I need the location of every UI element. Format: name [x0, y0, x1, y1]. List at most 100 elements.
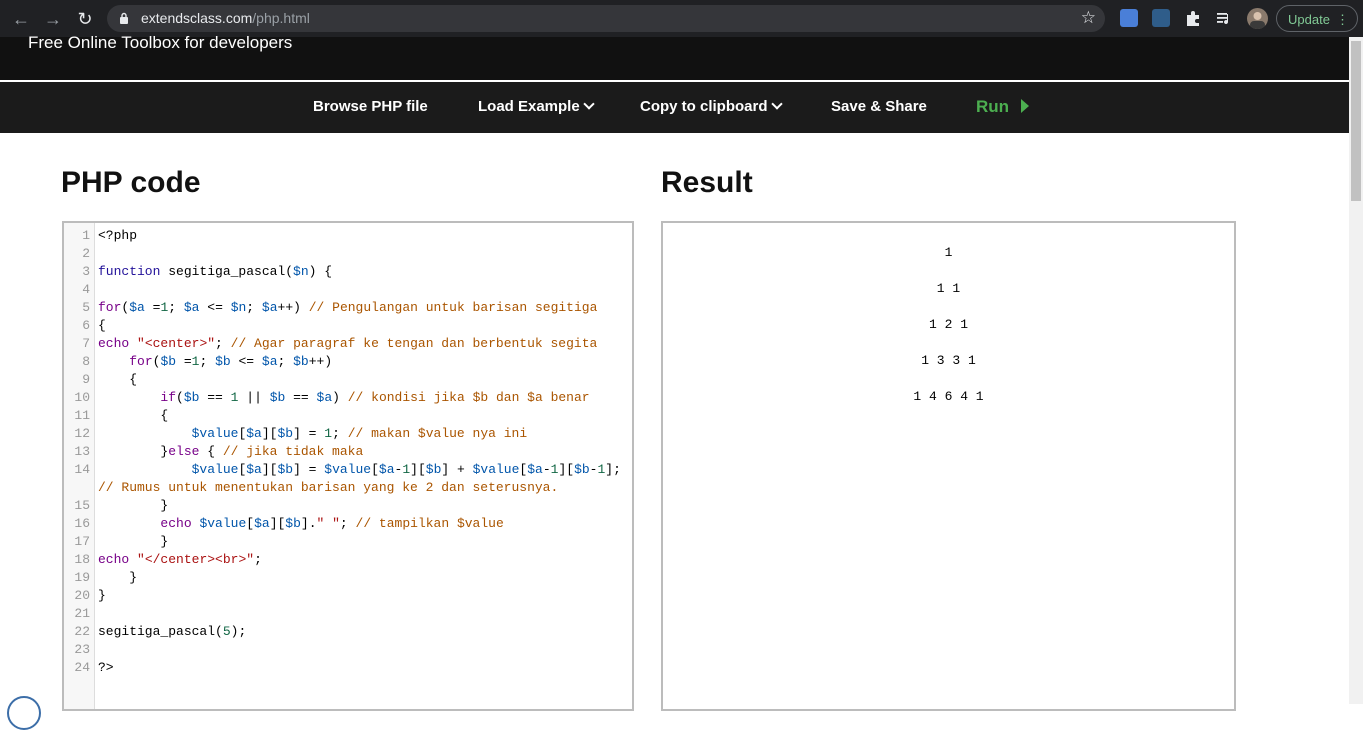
site-tagline: Free Online Toolbox for developers	[28, 33, 293, 52]
code-lines[interactable]: 1 <?php 2 3 function segitiga_pascal($n) {4 5…	[64, 227, 632, 677]
code-text: $value[$a][$b] = 1; // makan $value nya …	[191, 426, 528, 441]
line-number: 11	[74, 408, 90, 423]
code-line[interactable]: 4	[64, 281, 632, 299]
line-number: 4	[82, 282, 90, 297]
menu-dots-icon[interactable]: ⋮	[1336, 6, 1349, 33]
line-number: 15	[74, 498, 90, 513]
code-line[interactable]: 16 echo $value[$a][$b]." "; // tampilkan…	[64, 515, 632, 533]
code-text: if($b == 1 || $b == $a) // kondisi jika …	[160, 390, 590, 405]
code-line[interactable]: 12 $value[$a][$b] = 1; // makan $value n…	[64, 425, 632, 443]
code-line[interactable]: 11 {	[64, 407, 632, 425]
save-share-button[interactable]: Save & Share	[831, 98, 927, 115]
code-text: for($a =1; $a <= $n; $a++) // Pengulanga…	[98, 300, 598, 315]
code-line[interactable]: 2	[64, 245, 632, 263]
code-line[interactable]: 9 {	[64, 371, 632, 389]
code-text: function segitiga_pascal($n) {	[98, 264, 333, 279]
lock-icon	[120, 12, 128, 24]
line-number: 12	[74, 426, 90, 441]
line-number: 20	[74, 588, 90, 603]
line-number: 24	[74, 660, 90, 675]
code-line[interactable]: 7 echo "<center>"; // Agar paragraf ke te…	[64, 335, 632, 353]
url-text: extendsclass.com/php.html	[141, 10, 310, 26]
chat-bubble-icon[interactable]	[7, 696, 41, 730]
line-number: 17	[74, 534, 90, 549]
code-text: $value[$a][$b] = $value[$a-1][$b] + $val…	[191, 462, 621, 477]
url-path: /php.html	[252, 10, 310, 26]
run-label: Run	[976, 97, 1010, 116]
code-text: }	[98, 570, 138, 585]
load-example-button[interactable]: Load Example	[478, 98, 595, 115]
code-text: for($b =1; $b <= $a; $b++)	[129, 354, 333, 369]
chevron-down-icon	[770, 98, 783, 110]
browser-toolbar: ← → ↻ extendsclass.com/php.html ☆ Update…	[0, 0, 1363, 37]
avatar[interactable]	[1247, 8, 1268, 29]
play-icon	[1021, 99, 1030, 113]
code-line[interactable]: 5 for($a =1; $a <= $n; $a++) // Pengulang…	[64, 299, 632, 317]
code-line[interactable]: 6{	[64, 317, 632, 335]
code-line[interactable]: 22 segitiga_pascal(5);	[64, 623, 632, 641]
update-button[interactable]: Update ⋮	[1276, 5, 1358, 32]
line-number: 16	[74, 516, 90, 531]
star-icon[interactable]: ☆	[1081, 8, 1096, 28]
code-line[interactable]: 15 }	[64, 497, 632, 515]
code-text: }	[98, 534, 169, 549]
code-line[interactable]: 3 function segitiga_pascal($n) {	[64, 263, 632, 281]
code-line[interactable]: 18 echo "</center><br>";	[64, 551, 632, 569]
line-number: 8	[82, 354, 90, 369]
result-line: 1 1	[936, 281, 961, 296]
line-number: 22	[74, 624, 90, 639]
forward-arrow-icon[interactable]: →	[42, 8, 64, 30]
line-number: 23	[74, 642, 90, 657]
address-bar[interactable]: extendsclass.com/php.html ☆	[107, 5, 1105, 32]
copy-to-clipboard-button[interactable]: Copy to clipboard	[640, 98, 783, 115]
result-heading: Result	[661, 166, 753, 199]
save-share-label: Save & Share	[831, 98, 927, 115]
code-line[interactable]: 21	[64, 605, 632, 623]
code-line[interactable]: // Rumus untuk menentukan barisan yang k…	[64, 479, 632, 497]
browse-php-file-button[interactable]: Browse PHP file	[313, 98, 428, 115]
code-text: }	[98, 498, 169, 513]
code-text: <?php	[98, 228, 138, 243]
result-line: 1	[944, 245, 953, 260]
scrollbar-thumb[interactable]	[1351, 41, 1361, 201]
line-number: 10	[74, 390, 90, 405]
code-line[interactable]: 8 for($b =1; $b <= $a; $b++)	[64, 353, 632, 371]
line-number: 2	[82, 246, 90, 261]
code-line[interactable]: 19 }	[64, 569, 632, 587]
page-scrollbar[interactable]	[1349, 37, 1363, 704]
reload-icon[interactable]: ↻	[74, 8, 96, 30]
line-number: 7	[82, 336, 90, 351]
load-example-label: Load Example	[478, 98, 580, 115]
code-line[interactable]: 24 ?>	[64, 659, 632, 677]
copy-label: Copy to clipboard	[640, 98, 768, 115]
line-number: 9	[82, 372, 90, 387]
line-number: 6	[82, 318, 90, 333]
php-code-heading: PHP code	[61, 166, 201, 199]
code-line[interactable]: 20}	[64, 587, 632, 605]
php-code-editor[interactable]: 1 <?php 2 3 function segitiga_pascal($n) {4 5…	[62, 221, 634, 711]
code-line[interactable]: 13 }else { // jika tidak maka	[64, 443, 632, 461]
translate-icon[interactable]	[1120, 9, 1138, 27]
reading-list-icon[interactable]	[1215, 9, 1233, 27]
puzzle-icon[interactable]	[1184, 9, 1202, 27]
line-number: 1	[82, 228, 90, 243]
back-arrow-icon[interactable]: ←	[10, 8, 32, 30]
code-text: {	[98, 408, 169, 423]
code-line[interactable]: 14 $value[$a][$b] = $value[$a-1][$b] + $…	[64, 461, 632, 479]
line-number: 19	[74, 570, 90, 585]
line-number: 3	[82, 264, 90, 279]
run-button[interactable]: Run	[976, 97, 1030, 117]
extension-icon[interactable]	[1152, 9, 1170, 27]
code-text: }else { // jika tidak maka	[98, 444, 364, 459]
result-line: 1 3 3 1	[921, 353, 976, 368]
code-line[interactable]: 23	[64, 641, 632, 659]
line-number: 18	[74, 552, 90, 567]
code-line[interactable]: 10 if($b == 1 || $b == $a) // kondisi ji…	[64, 389, 632, 407]
line-number: 14	[74, 462, 90, 477]
browse-label: Browse PHP file	[313, 98, 428, 115]
code-text: // Rumus untuk menentukan barisan yang k…	[98, 480, 559, 495]
result-line: 1 2 1	[928, 317, 968, 332]
code-line[interactable]: 17 }	[64, 533, 632, 551]
code-line[interactable]: 1 <?php	[64, 227, 632, 245]
chevron-down-icon	[583, 98, 595, 110]
